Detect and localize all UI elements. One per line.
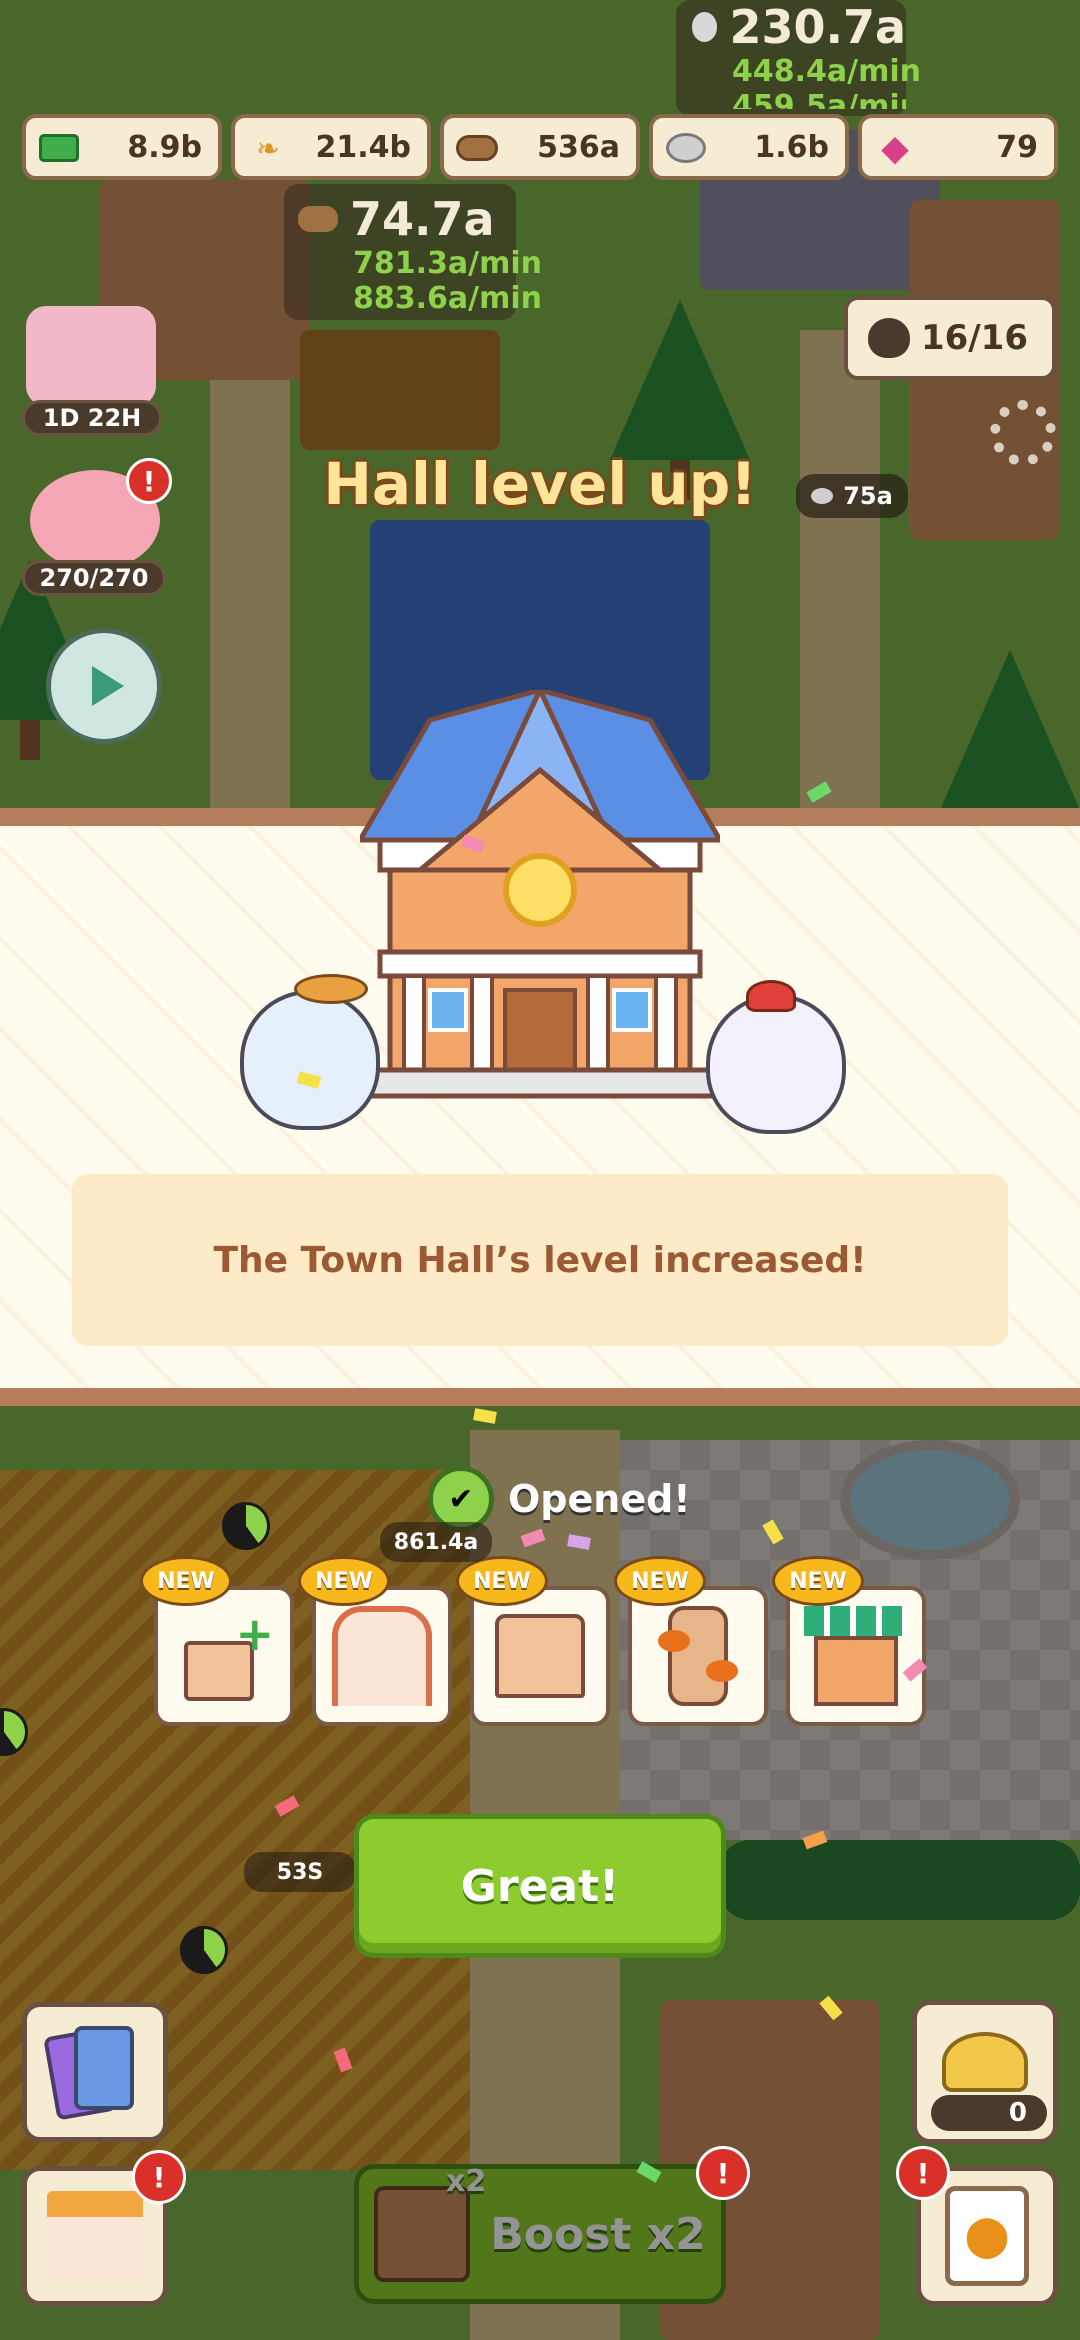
stone-icon bbox=[665, 128, 707, 168]
resource-cash[interactable]: 8.9b bbox=[22, 114, 222, 180]
event-offer-icon[interactable] bbox=[26, 306, 156, 406]
cat-count: 16/16 bbox=[920, 318, 1028, 358]
log-icon bbox=[456, 128, 498, 168]
wood-rate-secondary: 883.6a/min bbox=[353, 281, 542, 316]
cards-button[interactable] bbox=[22, 2002, 168, 2142]
log-icon bbox=[298, 206, 338, 232]
gold-pile-icon bbox=[942, 2032, 1028, 2092]
boost-alert-icon: ! bbox=[696, 2146, 750, 2200]
storage-count: 0 bbox=[1008, 2098, 1027, 2128]
resource-wheat-value: 21.4b bbox=[315, 129, 412, 165]
great-button[interactable]: Great! bbox=[354, 1814, 726, 1958]
new-badge: NEW bbox=[140, 1556, 232, 1606]
cat-head-icon bbox=[868, 318, 910, 358]
unlock-item[interactable]: NEW bbox=[298, 1556, 452, 1726]
resource-stone-value: 1.6b bbox=[754, 129, 829, 165]
crate-icon: x2 bbox=[374, 2164, 486, 2282]
harvest-timer-icon bbox=[180, 1926, 228, 1974]
house-icon bbox=[495, 1614, 585, 1698]
modal-title: Hall level up! bbox=[323, 450, 757, 518]
new-badge: NEW bbox=[456, 1556, 548, 1606]
resource-gem-value: 79 bbox=[996, 129, 1038, 165]
new-badge: NEW bbox=[614, 1556, 706, 1606]
wood-total: 74.7a bbox=[350, 192, 495, 246]
town-hall-illustration bbox=[355, 684, 725, 1110]
unlock-item[interactable]: NEW bbox=[614, 1556, 768, 1726]
harvest-timer-icon bbox=[222, 1502, 270, 1550]
stone-total: 230.7a bbox=[729, 0, 906, 54]
wood-rate: 781.3a/min bbox=[353, 246, 542, 281]
stone-icon bbox=[692, 12, 718, 42]
boost-label: Boost x2 bbox=[490, 2208, 706, 2260]
mushroom-log-icon bbox=[658, 1606, 738, 1706]
red-cap-icon bbox=[746, 980, 796, 1012]
market-stall-icon bbox=[804, 1606, 908, 1706]
watch-ad-icon[interactable] bbox=[46, 628, 162, 744]
shop-stall-icon bbox=[47, 2191, 143, 2281]
resource-wood[interactable]: 536a bbox=[440, 114, 640, 180]
unlock-item[interactable]: NEW + bbox=[140, 1556, 294, 1726]
wheat-output-badge: 861.4a bbox=[380, 1522, 492, 1562]
opened-label: Opened! bbox=[508, 1477, 691, 1521]
boost-button[interactable]: x2 Boost x2 bbox=[354, 2164, 726, 2304]
unlock-item[interactable]: NEW bbox=[772, 1556, 926, 1726]
stone-rate: 448.4a/min bbox=[732, 54, 921, 89]
resource-wheat[interactable]: ❧ 21.4b bbox=[231, 114, 431, 180]
clipboard-paw-icon: ⬤ bbox=[945, 2186, 1029, 2286]
storage-button[interactable]: 0 bbox=[912, 2000, 1058, 2144]
kitchen-stall-icon bbox=[332, 1606, 432, 1706]
resource-wood-value: 536a bbox=[537, 129, 620, 165]
resource-stone[interactable]: 1.6b bbox=[649, 114, 849, 180]
harvest-timer-badge: 53S bbox=[244, 1852, 356, 1892]
new-badge: NEW bbox=[298, 1556, 390, 1606]
stone-rate-secondary: 459.5a/min bbox=[732, 89, 906, 109]
boost-multiplier: x2 bbox=[446, 2164, 487, 2199]
quest-alert-icon: ! bbox=[896, 2146, 950, 2200]
farmer-cat bbox=[240, 974, 380, 1130]
wheat-icon: ❧ bbox=[256, 131, 280, 165]
wood-production-stat: 74.7a 781.3a/min 883.6a/min bbox=[284, 184, 542, 320]
play-icon bbox=[92, 666, 124, 706]
storage-count-pill: 0 bbox=[931, 2095, 1047, 2131]
shop-alert-icon: ! bbox=[132, 2150, 186, 2204]
straw-hat-icon bbox=[294, 974, 368, 1004]
cat-count-panel[interactable]: 16/16 bbox=[844, 296, 1056, 380]
resource-gem[interactable]: ◆ 79 bbox=[858, 114, 1058, 180]
stone-production-stat: 230.7a 448.4a/min 459.5a/min bbox=[676, 0, 921, 116]
cards-icon bbox=[43, 2022, 140, 2122]
new-badge: NEW bbox=[772, 1556, 864, 1606]
piggy-count: 270/270 bbox=[22, 560, 166, 596]
level-up-message: The Town Hall’s level increased! bbox=[72, 1174, 1008, 1346]
add-house-icon: + bbox=[174, 1611, 274, 1701]
cash-icon bbox=[38, 128, 80, 168]
gem-icon: ◆ bbox=[881, 127, 909, 169]
worker-cat bbox=[706, 980, 846, 1134]
event-timer: 1D 22H bbox=[22, 400, 162, 436]
resource-cash-value: 8.9b bbox=[127, 129, 202, 165]
unlock-item[interactable]: NEW bbox=[456, 1556, 610, 1726]
